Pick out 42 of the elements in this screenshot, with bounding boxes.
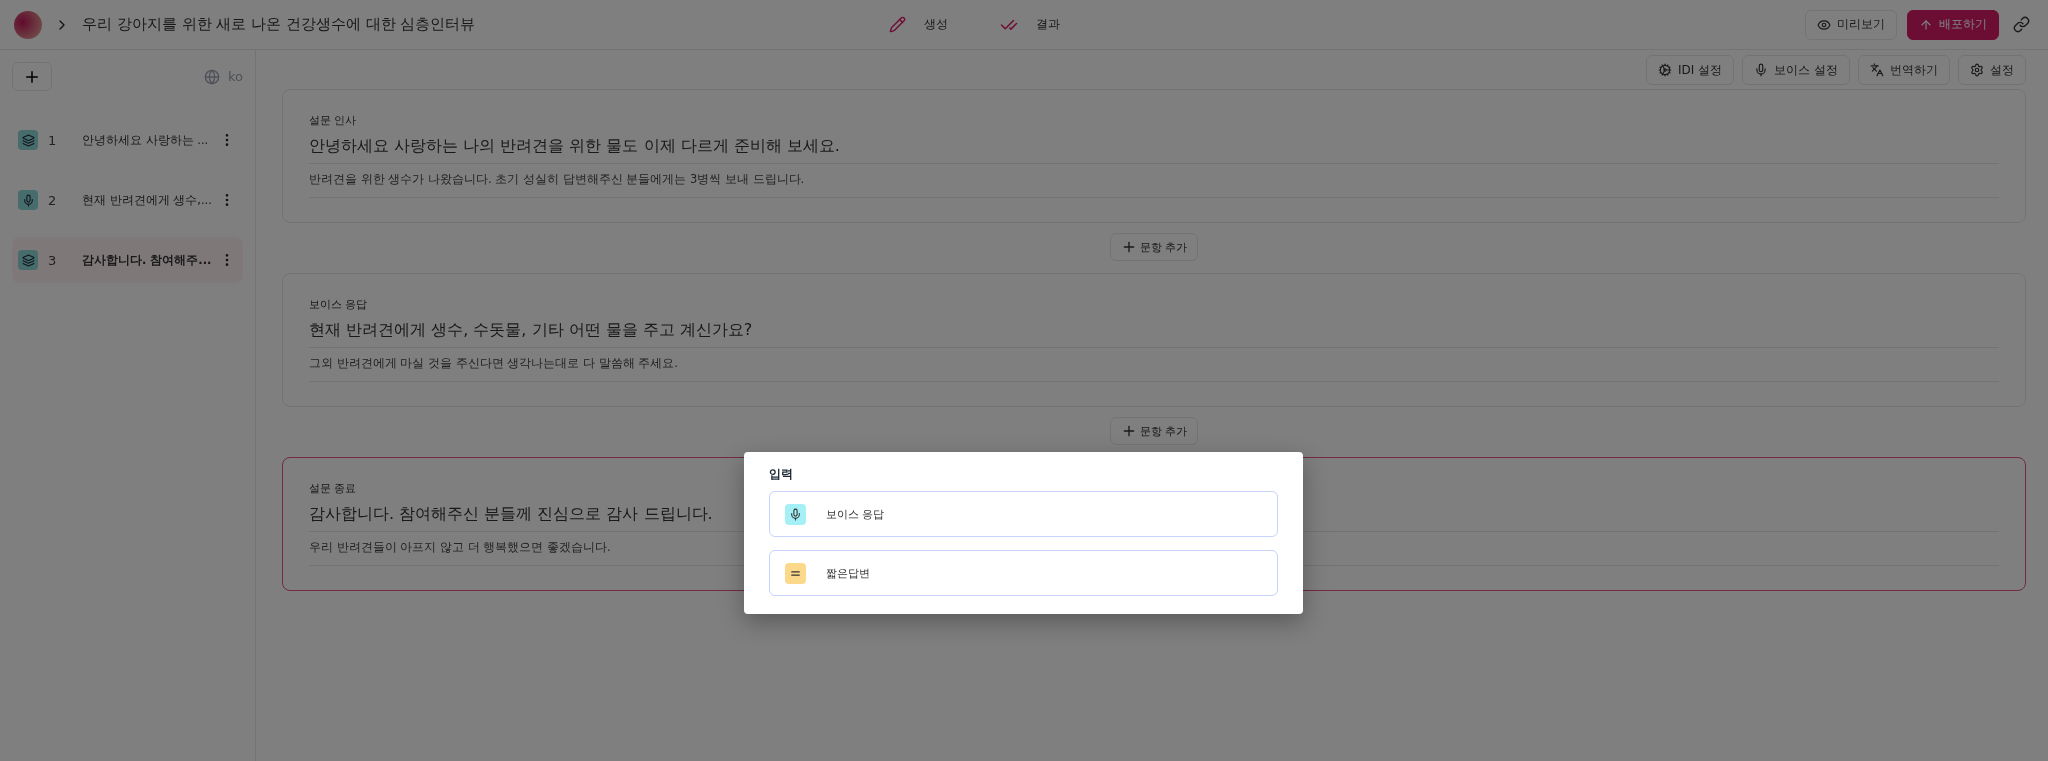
question-type: 설문 인사 xyxy=(309,114,357,128)
eye-icon xyxy=(1817,17,1831,32)
toolbar-button[interactable]: IDI 설정 xyxy=(1646,55,1735,85)
item-label: 감사합니다. 참여해주... xyxy=(81,252,213,268)
logo-icon[interactable] xyxy=(14,10,42,39)
settings-icon xyxy=(1970,63,1984,77)
translate-icon xyxy=(1870,63,1884,77)
gear-icon xyxy=(1658,63,1673,77)
sidebar-item[interactable]: 3 감사합니다. 참여해주... xyxy=(12,237,243,283)
add-button[interactable] xyxy=(12,62,52,91)
dialog-title: 입력 xyxy=(768,466,794,483)
question-type: 보이스 응답 xyxy=(309,298,368,312)
add-question-button[interactable]: 문항 추가 xyxy=(1109,233,1199,261)
sidebar-item[interactable]: 2 현재 반려견에게 생수,... xyxy=(12,177,243,223)
input-option[interactable]: 짧은답변 xyxy=(768,550,1278,596)
add-question-button[interactable]: 문항 추가 xyxy=(1109,417,1199,445)
item-label: 현재 반려견에게 생수,... xyxy=(81,192,213,208)
question-title[interactable]: 안녕하세요 사랑하는 나의 반려견을 위한 물도 이제 다르게 준비해 보세요. xyxy=(309,136,1999,164)
nav-tab[interactable]: 결과 xyxy=(993,14,1066,35)
item-number: 3 xyxy=(47,252,58,268)
question-description[interactable]: 반려견을 위한 생수가 나왔습니다. 초기 성실히 답변해주신 분들에게는 3병씩 보내 드립니다. xyxy=(309,164,1999,198)
item-label: 안녕하세요 사랑하는 ... xyxy=(81,132,210,148)
link-icon xyxy=(2013,16,2030,33)
question-card[interactable]: 보이스 응답 현재 반려견에게 생수, 수돗물, 기타 어떤 물을 주고 계신가요? 그외 반려견에게 마실 것을 주신다면 생각나는대로 다 말씀해 주세요. xyxy=(282,273,2026,407)
nav-tab[interactable]: 생성 xyxy=(882,14,954,35)
toolbar-button[interactable]: 번역하기 xyxy=(1858,55,1950,85)
input-option[interactable]: 보이스 응답 xyxy=(768,491,1278,537)
survey-title: 우리 강아지를 위한 새로 나온 건강생수에 대한 심층인터뷰 xyxy=(82,15,476,34)
pencil-icon xyxy=(888,16,906,33)
toolbar-button[interactable]: 설정 xyxy=(1958,55,2026,85)
toolbar-button[interactable]: 보이스 설정 xyxy=(1742,55,1850,85)
sidebar-item[interactable]: 1 안녕하세요 사랑하는 ... xyxy=(12,117,243,163)
globe-icon xyxy=(203,68,220,85)
microphone-icon xyxy=(1754,63,1769,77)
item-number: 1 xyxy=(47,132,58,148)
question-card[interactable]: 설문 인사 안녕하세요 사랑하는 나의 반려견을 위한 물도 이제 다르게 준비해 보세요. 반려견을 위한 생수가 나왔습니다. 초기 성실히 답변해주신 분들에게는 3병씩 보내 드립니다. xyxy=(282,89,2026,223)
item-number: 2 xyxy=(47,192,58,208)
question-description[interactable]: 그외 반려견에게 마실 것을 주신다면 생각나는대로 다 말씀해 주세요. xyxy=(309,348,1999,382)
preview-button[interactable]: 미리보기 xyxy=(1805,9,1897,40)
question-title[interactable]: 현재 반려견에게 생수, 수돗물, 기타 어떤 물을 주고 계신가요? xyxy=(309,320,1999,348)
deploy-button[interactable]: 배포하기 xyxy=(1907,9,1999,40)
question-type: 설문 종료 xyxy=(309,482,357,496)
